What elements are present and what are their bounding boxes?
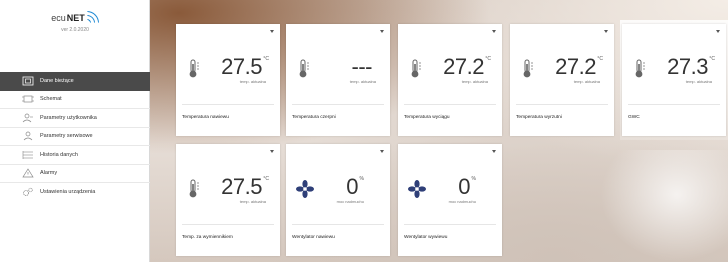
tile-menu-arrow-icon[interactable] bbox=[270, 30, 274, 33]
sidebar-item-historia-danych[interactable]: Historia danych bbox=[0, 146, 150, 165]
tile-divider bbox=[182, 224, 274, 225]
service-params-icon bbox=[22, 131, 34, 141]
sidebar-item-label: Parametry użytkownika bbox=[40, 114, 97, 121]
tile-value: 27.2 bbox=[555, 54, 596, 79]
sidebar-item-label: Ustawienia urządzenia bbox=[40, 189, 96, 196]
tile-subtext: temp. aktualna bbox=[461, 79, 488, 84]
wifi-icon bbox=[86, 11, 99, 23]
history-icon bbox=[22, 150, 34, 160]
alarm-icon bbox=[22, 168, 34, 178]
sidebar-item-parametry-serwisowe[interactable]: Parametry serwisowe bbox=[0, 128, 150, 146]
brand-name: NET bbox=[66, 13, 85, 23]
tile-temperatura-nawiewu[interactable]: 27.5 °C temp. aktualna Temperatura nawie… bbox=[176, 24, 280, 136]
sidebar-item-label: Schemat bbox=[40, 96, 62, 103]
tile-temp-za-wymiennikiem[interactable]: 27.5 °C temp. aktualna Temp. za wymienni… bbox=[176, 144, 280, 256]
thermometer-icon bbox=[635, 59, 645, 78]
tile-label: GWC bbox=[628, 115, 640, 120]
user-params-icon bbox=[22, 113, 34, 123]
sidebar-item-alarmy[interactable]: Alarmy bbox=[0, 165, 150, 183]
tile-subtext: temp. aktualna bbox=[239, 199, 266, 204]
sidebar-item-label: Dane bieżące bbox=[40, 77, 74, 84]
sidebar-item-schemat[interactable]: Schemat bbox=[0, 91, 150, 109]
tile-subtext: moc nadmuchu bbox=[336, 199, 364, 204]
thermometer-icon bbox=[189, 179, 199, 198]
tile-unit: °C bbox=[709, 56, 715, 62]
tile-wentylator-wywiewu[interactable]: 0 % moc nadmuchu Wentylator wywiewu bbox=[398, 144, 502, 256]
tile-gwc[interactable]: 27.3 °C temp. aktualna GWC bbox=[622, 24, 726, 136]
fan-icon bbox=[408, 180, 426, 198]
version-label: ver 2.0.2020 bbox=[61, 27, 89, 33]
tile-value: 0 bbox=[346, 174, 358, 199]
tile-menu-arrow-icon[interactable] bbox=[380, 30, 384, 33]
schema-icon bbox=[22, 94, 34, 104]
sidebar-item-label: Parametry serwisowe bbox=[40, 133, 93, 140]
tile-label: Temperatura wyrzutni bbox=[516, 115, 562, 120]
tile-label: Temperatura nawiewu bbox=[182, 115, 229, 120]
tile-menu-arrow-icon[interactable] bbox=[604, 30, 608, 33]
thermometer-icon bbox=[523, 59, 533, 78]
tile-temperatura-wyrzutni[interactable]: 27.2 °C temp. aktualna Temperatura wyrzu… bbox=[510, 24, 614, 136]
tile-value: 0 bbox=[458, 174, 470, 199]
home-icon bbox=[22, 76, 34, 86]
thermometer-icon bbox=[299, 59, 309, 78]
tile-subtext: temp. aktualna bbox=[573, 79, 600, 84]
thermometer-icon bbox=[189, 59, 199, 78]
tile-label: Temperatura czerpni bbox=[292, 115, 336, 120]
settings-icon bbox=[22, 187, 34, 197]
sidebar-item-label: Historia danych bbox=[40, 151, 78, 158]
sidebar-item-parametry-uzytkownika[interactable]: Parametry użytkownika bbox=[0, 109, 150, 128]
tile-unit: °C bbox=[263, 176, 269, 182]
fan-icon bbox=[296, 180, 314, 198]
tile-temperatura-czerpni[interactable]: --- temp. aktualna Temperatura czerpni bbox=[286, 24, 390, 136]
thermometer-icon bbox=[411, 59, 421, 78]
tile-unit: % bbox=[471, 176, 476, 182]
tile-subtext: temp. aktualna bbox=[685, 79, 712, 84]
tile-subtext: moc nadmuchu bbox=[448, 199, 476, 204]
tile-temperatura-wyciagu[interactable]: 27.2 °C temp. aktualna Temperatura wycią… bbox=[398, 24, 502, 136]
tile-divider bbox=[404, 104, 496, 105]
sidebar-item-ustawienia-urzadzenia[interactable]: Ustawienia urządzenia bbox=[0, 183, 150, 202]
tile-menu-arrow-icon[interactable] bbox=[380, 150, 384, 153]
sidebar-menu: Dane bieżące Schemat Parametry użytkowni… bbox=[0, 72, 150, 202]
tile-menu-arrow-icon[interactable] bbox=[270, 150, 274, 153]
tile-subtext: temp. aktualna bbox=[349, 79, 376, 84]
tile-value: 27.5 bbox=[221, 174, 262, 199]
tile-divider bbox=[404, 224, 496, 225]
brand-logo: ecu NET bbox=[51, 11, 99, 23]
tile-unit: % bbox=[359, 176, 364, 182]
sidebar: ecu NET ver 2.0.2020 Dane bieżące Schemat… bbox=[0, 0, 150, 262]
sidebar-item-label: Alarmy bbox=[40, 170, 58, 177]
tile-wentylator-nawiewu[interactable]: 0 % moc nadmuchu Wentylator nawiewu bbox=[286, 144, 390, 256]
tile-unit: °C bbox=[263, 56, 269, 62]
tile-menu-arrow-icon[interactable] bbox=[492, 150, 496, 153]
tile-unit: °C bbox=[485, 56, 491, 62]
tile-divider bbox=[292, 224, 384, 225]
tile-label: Temp. za wymiennikiem bbox=[182, 235, 233, 240]
tile-menu-arrow-icon[interactable] bbox=[716, 30, 720, 33]
sidebar-item-dane-biezace[interactable]: Dane bieżące bbox=[0, 72, 150, 91]
tile-menu-arrow-icon[interactable] bbox=[492, 30, 496, 33]
tile-value: 27.3 bbox=[667, 54, 708, 79]
tile-divider bbox=[292, 104, 384, 105]
tile-value: --- bbox=[351, 54, 373, 79]
tile-label: Wentylator wywiewu bbox=[404, 235, 448, 240]
tile-label: Temperatura wyciągu bbox=[404, 115, 450, 120]
tile-divider bbox=[516, 104, 608, 105]
tile-value: 27.2 bbox=[443, 54, 484, 79]
tile-divider bbox=[628, 104, 720, 105]
tile-unit: °C bbox=[597, 56, 603, 62]
brand-prefix: ecu bbox=[51, 13, 66, 23]
tile-divider bbox=[182, 104, 274, 105]
logo: ecu NET ver 2.0.2020 bbox=[0, 8, 150, 33]
tile-subtext: temp. aktualna bbox=[239, 79, 266, 84]
tile-value: 27.5 bbox=[221, 54, 262, 79]
background-chair bbox=[600, 150, 728, 262]
tile-label: Wentylator nawiewu bbox=[292, 235, 335, 240]
